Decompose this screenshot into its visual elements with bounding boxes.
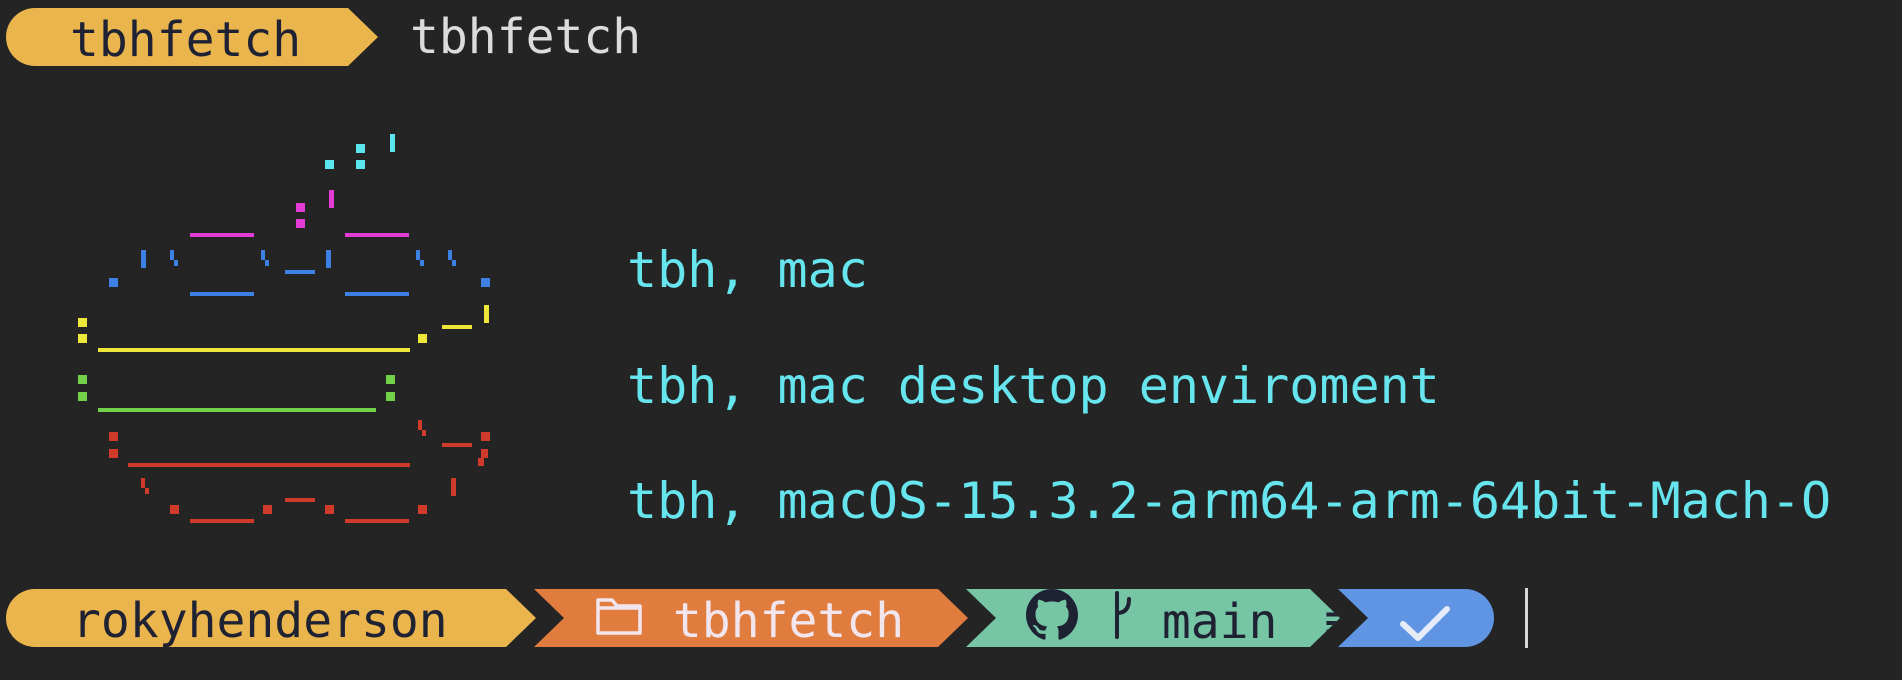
info-desktop-line: tbh, mac desktop enviroment — [627, 357, 1440, 415]
ascii-magenta-row — [190, 190, 409, 237]
git-branch-icon — [1111, 591, 1133, 652]
ascii-red-rows — [109, 420, 490, 523]
info-host-line: tbh, mac — [627, 241, 868, 299]
ascii-apple-logo — [0, 0, 600, 560]
github-icon — [1026, 589, 1078, 654]
prompt-git-segment: main ≡ — [966, 589, 1340, 647]
check-icon — [1398, 599, 1452, 647]
folder-icon — [594, 592, 644, 651]
ascii-stem — [325, 134, 395, 169]
prompt-branch-label: main — [1161, 593, 1278, 650]
ascii-blue-row — [109, 250, 490, 296]
text-cursor[interactable] — [1525, 588, 1528, 648]
terminal-window: tbhfetch tbhfetch tbh, mac tbh, mac desk… — [0, 0, 1902, 680]
ascii-green-row — [78, 375, 395, 412]
prompt-user-segment: rokyhenderson — [6, 589, 536, 647]
prompt-status-segment — [1338, 589, 1494, 647]
info-os-line: tbh, macOS-15.3.2-arm64-arm-64bit-Mach-O — [627, 472, 1832, 530]
ascii-yellow-row — [78, 305, 489, 352]
prompt-folder-label: tbhfetch — [672, 593, 905, 649]
prompt-folder-segment: tbhfetch — [534, 589, 968, 647]
prompt-user-label: rokyhenderson — [72, 593, 448, 649]
